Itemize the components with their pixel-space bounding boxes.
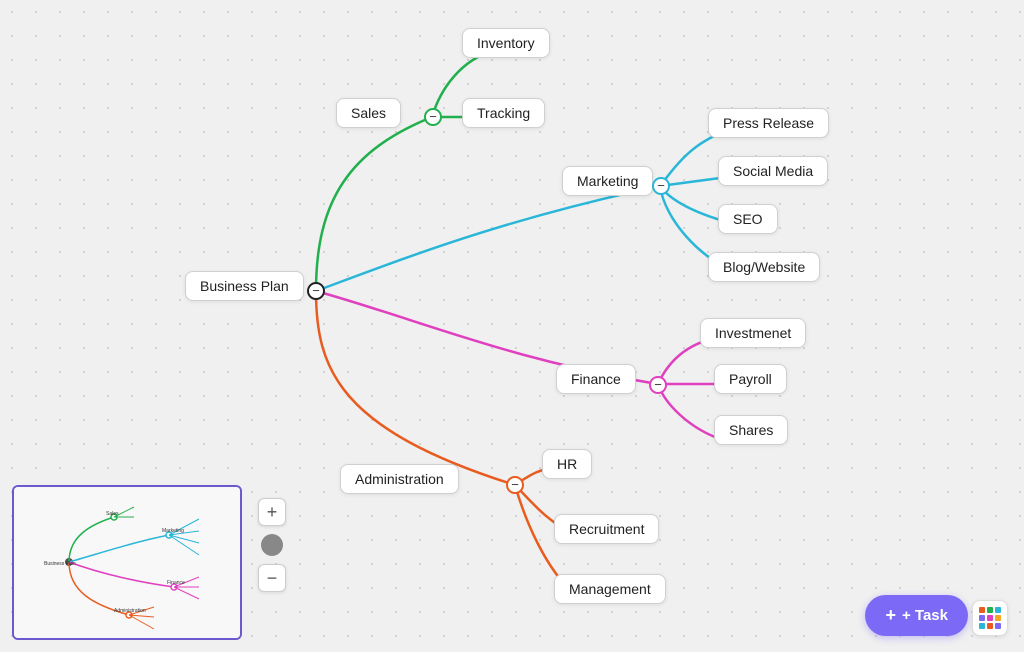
node-social-media[interactable]: Social Media (718, 156, 828, 186)
collapse-sales[interactable] (424, 108, 442, 126)
collapse-business-plan[interactable] (307, 282, 325, 300)
node-administration[interactable]: Administration (340, 464, 459, 494)
minimap: Business Plan Sales Marketing Finance Ad… (12, 485, 242, 640)
svg-text:Sales: Sales (106, 511, 119, 517)
node-business-plan[interactable]: Business Plan (185, 271, 304, 301)
node-hr[interactable]: HR (542, 449, 592, 479)
svg-text:Administration: Administration (114, 608, 146, 614)
svg-text:Business Plan: Business Plan (44, 561, 76, 567)
apps-dot-9 (995, 623, 1001, 629)
task-label: + Task (902, 607, 948, 624)
node-blog-website[interactable]: Blog/Website (708, 252, 820, 282)
collapse-marketing[interactable] (652, 177, 670, 195)
apps-dot-7 (979, 623, 985, 629)
node-sales[interactable]: Sales (336, 98, 401, 128)
apps-button[interactable] (972, 600, 1008, 636)
node-tracking[interactable]: Tracking (462, 98, 545, 128)
node-investmenet[interactable]: Investmenet (700, 318, 806, 348)
zoom-out-button[interactable]: − (258, 564, 286, 592)
zoom-controls: + − (258, 498, 286, 592)
task-button[interactable]: + + Task (865, 595, 968, 636)
apps-icon (979, 607, 1001, 629)
svg-text:Finance: Finance (167, 580, 185, 586)
node-recruitment[interactable]: Recruitment (554, 514, 659, 544)
zoom-in-button[interactable]: + (258, 498, 286, 526)
svg-text:Marketing: Marketing (162, 528, 184, 534)
node-inventory[interactable]: Inventory (462, 28, 550, 58)
node-marketing[interactable]: Marketing (562, 166, 653, 196)
node-seo[interactable]: SEO (718, 204, 778, 234)
apps-dot-2 (987, 607, 993, 613)
apps-dot-4 (979, 615, 985, 621)
apps-dot-6 (995, 615, 1001, 621)
task-plus-icon: + (885, 605, 896, 626)
apps-dot-3 (995, 607, 1001, 613)
collapse-finance[interactable] (649, 376, 667, 394)
apps-dot-1 (979, 607, 985, 613)
zoom-indicator (261, 534, 283, 556)
apps-dot-8 (987, 623, 993, 629)
node-management[interactable]: Management (554, 574, 666, 604)
node-payroll[interactable]: Payroll (714, 364, 787, 394)
minimap-svg: Business Plan Sales Marketing Finance Ad… (14, 487, 242, 640)
node-shares[interactable]: Shares (714, 415, 788, 445)
collapse-administration[interactable] (506, 476, 524, 494)
node-finance[interactable]: Finance (556, 364, 636, 394)
apps-dot-5 (987, 615, 993, 621)
node-press-release[interactable]: Press Release (708, 108, 829, 138)
